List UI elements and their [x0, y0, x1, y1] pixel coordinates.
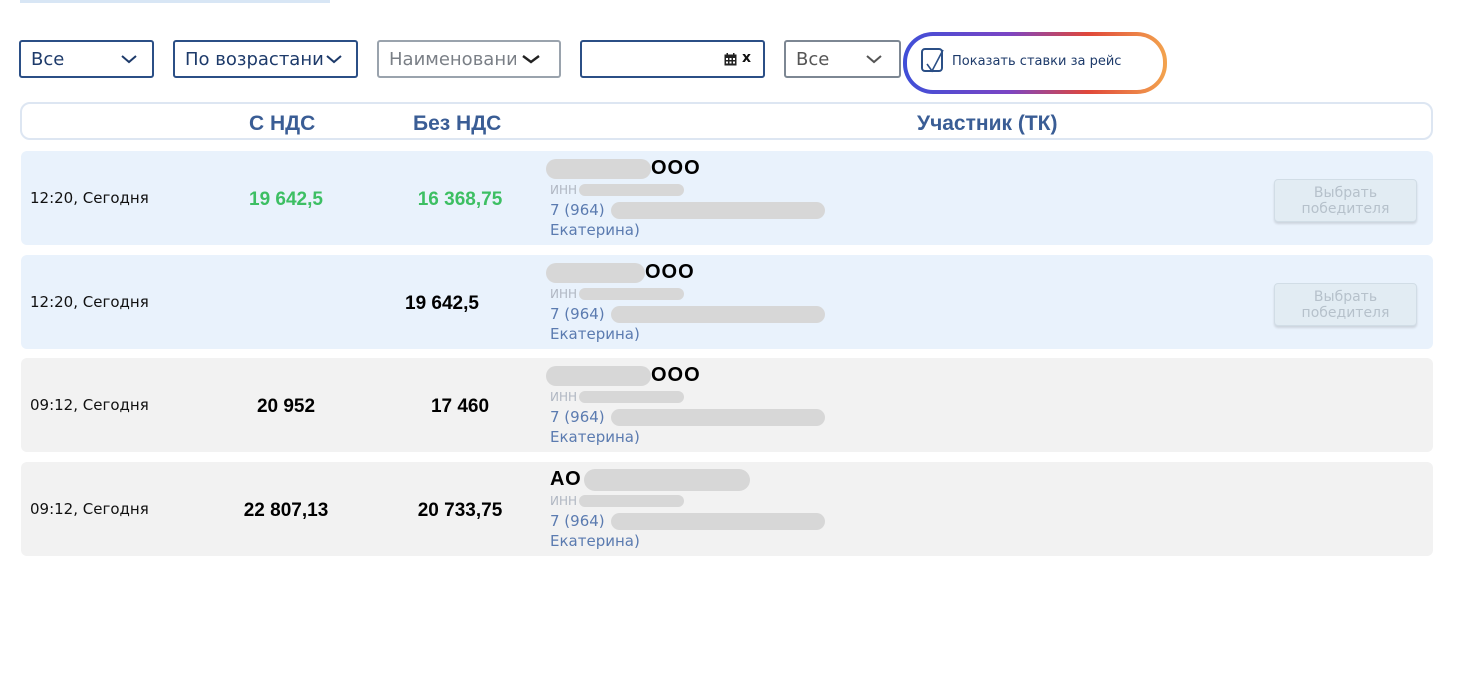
redacted-block: [546, 158, 651, 179]
redacted-block: [583, 468, 750, 491]
header-with-vat[interactable]: С НДС: [249, 112, 315, 136]
type-select-value: Все: [796, 48, 830, 70]
header-without-vat[interactable]: Без НДС: [413, 112, 501, 136]
price-with-vat: 19 642,5: [249, 189, 323, 210]
price-without-vat: 16 368,75: [417, 189, 503, 210]
company-phone: 7 (964): [550, 201, 825, 219]
show-rates-label[interactable]: Показать ставки за рейс: [952, 54, 1121, 69]
company-name: ООО: [546, 157, 701, 179]
show-rates-checkbox[interactable]: [921, 48, 944, 73]
contact-person: Екатерина): [550, 532, 640, 550]
company-name: ООО: [546, 364, 701, 386]
select-winner-button[interactable]: Выбрать победителя: [1274, 179, 1417, 222]
company-suffix: ООО: [651, 157, 701, 179]
table-row: 12:20, Сегодня 19 642,5 ООО ИНН 7 (964) …: [21, 255, 1433, 349]
clear-icon[interactable]: x: [742, 50, 751, 66]
contact-person: Екатерина): [550, 428, 640, 446]
phone-text: 7 (964): [550, 408, 605, 426]
bid-time: 12:20, Сегодня: [30, 189, 149, 207]
inn-label: ИНН: [550, 286, 578, 301]
chevron-down-icon: [522, 54, 540, 64]
price-without-vat: 17 460: [430, 396, 490, 417]
inn-label: ИНН: [550, 389, 578, 404]
header-participant[interactable]: Участник (ТК): [917, 112, 1057, 136]
company-inn: ИНН: [550, 388, 685, 404]
contact-person: Екатерина): [550, 221, 640, 239]
chevron-down-icon: [866, 54, 882, 64]
redacted-block: [579, 287, 685, 300]
chevron-down-icon: [326, 54, 342, 64]
price-with-vat: 20 952: [256, 396, 316, 417]
company-name: АО: [546, 468, 750, 491]
table-row: 09:12, Сегодня 22 807,13 20 733,75 АО ИН…: [21, 462, 1433, 556]
phone-text: 7 (964): [550, 305, 605, 323]
type-select[interactable]: Все: [784, 40, 901, 78]
company-name: ООО: [546, 261, 695, 283]
company-phone: 7 (964): [550, 512, 825, 530]
show-rates-highlight: Показать ставки за рейс: [903, 32, 1167, 94]
phone-text: 7 (964): [550, 512, 605, 530]
status-select[interactable]: Все: [19, 40, 154, 78]
bid-time: 09:12, Сегодня: [30, 500, 149, 518]
redacted-block: [579, 183, 685, 196]
price-without-vat: 20 733,75: [417, 500, 503, 521]
phone-text: 7 (964): [550, 201, 605, 219]
table-row: 12:20, Сегодня 19 642,5 16 368,75 ООО ИН…: [21, 151, 1433, 245]
price-without-vat: 19 642,5: [405, 293, 479, 314]
company-phone: 7 (964): [550, 408, 825, 426]
select-winner-button[interactable]: Выбрать победителя: [1274, 283, 1417, 326]
company-suffix: ООО: [645, 261, 695, 283]
company-prefix: АО: [550, 468, 582, 490]
sort-select-value: По возрастани: [185, 48, 324, 70]
name-select-value: Наименовани: [389, 48, 516, 70]
bid-time: 12:20, Сегодня: [30, 293, 149, 311]
redacted-block: [610, 512, 825, 530]
table-header: С НДС Без НДС Участник (ТК): [20, 102, 1433, 140]
company-phone: 7 (964): [550, 305, 825, 323]
redacted-block: [610, 201, 825, 219]
price-with-vat: 22 807,13: [243, 500, 329, 521]
date-input[interactable]: x: [580, 40, 765, 78]
company-inn: ИНН: [550, 285, 685, 301]
redacted-block: [546, 365, 651, 386]
chevron-down-icon: [121, 54, 137, 64]
company-inn: ИНН: [550, 181, 685, 197]
redacted-block: [610, 408, 825, 426]
name-select[interactable]: Наименовани: [377, 40, 561, 78]
status-select-value: Все: [31, 48, 65, 70]
inn-label: ИНН: [550, 493, 578, 508]
redacted-block: [610, 305, 825, 323]
bid-time: 09:12, Сегодня: [30, 396, 149, 414]
top-tab-indicator: [20, 0, 330, 3]
sort-select[interactable]: По возрастани: [173, 40, 358, 78]
company-suffix: ООО: [651, 364, 701, 386]
redacted-block: [579, 390, 685, 403]
redacted-block: [546, 262, 645, 283]
table-row: 09:12, Сегодня 20 952 17 460 ООО ИНН 7 (…: [21, 358, 1433, 452]
contact-person: Екатерина): [550, 325, 640, 343]
redacted-block: [579, 494, 685, 507]
company-inn: ИНН: [550, 492, 685, 508]
inn-label: ИНН: [550, 182, 578, 197]
calendar-icon[interactable]: [724, 53, 737, 71]
